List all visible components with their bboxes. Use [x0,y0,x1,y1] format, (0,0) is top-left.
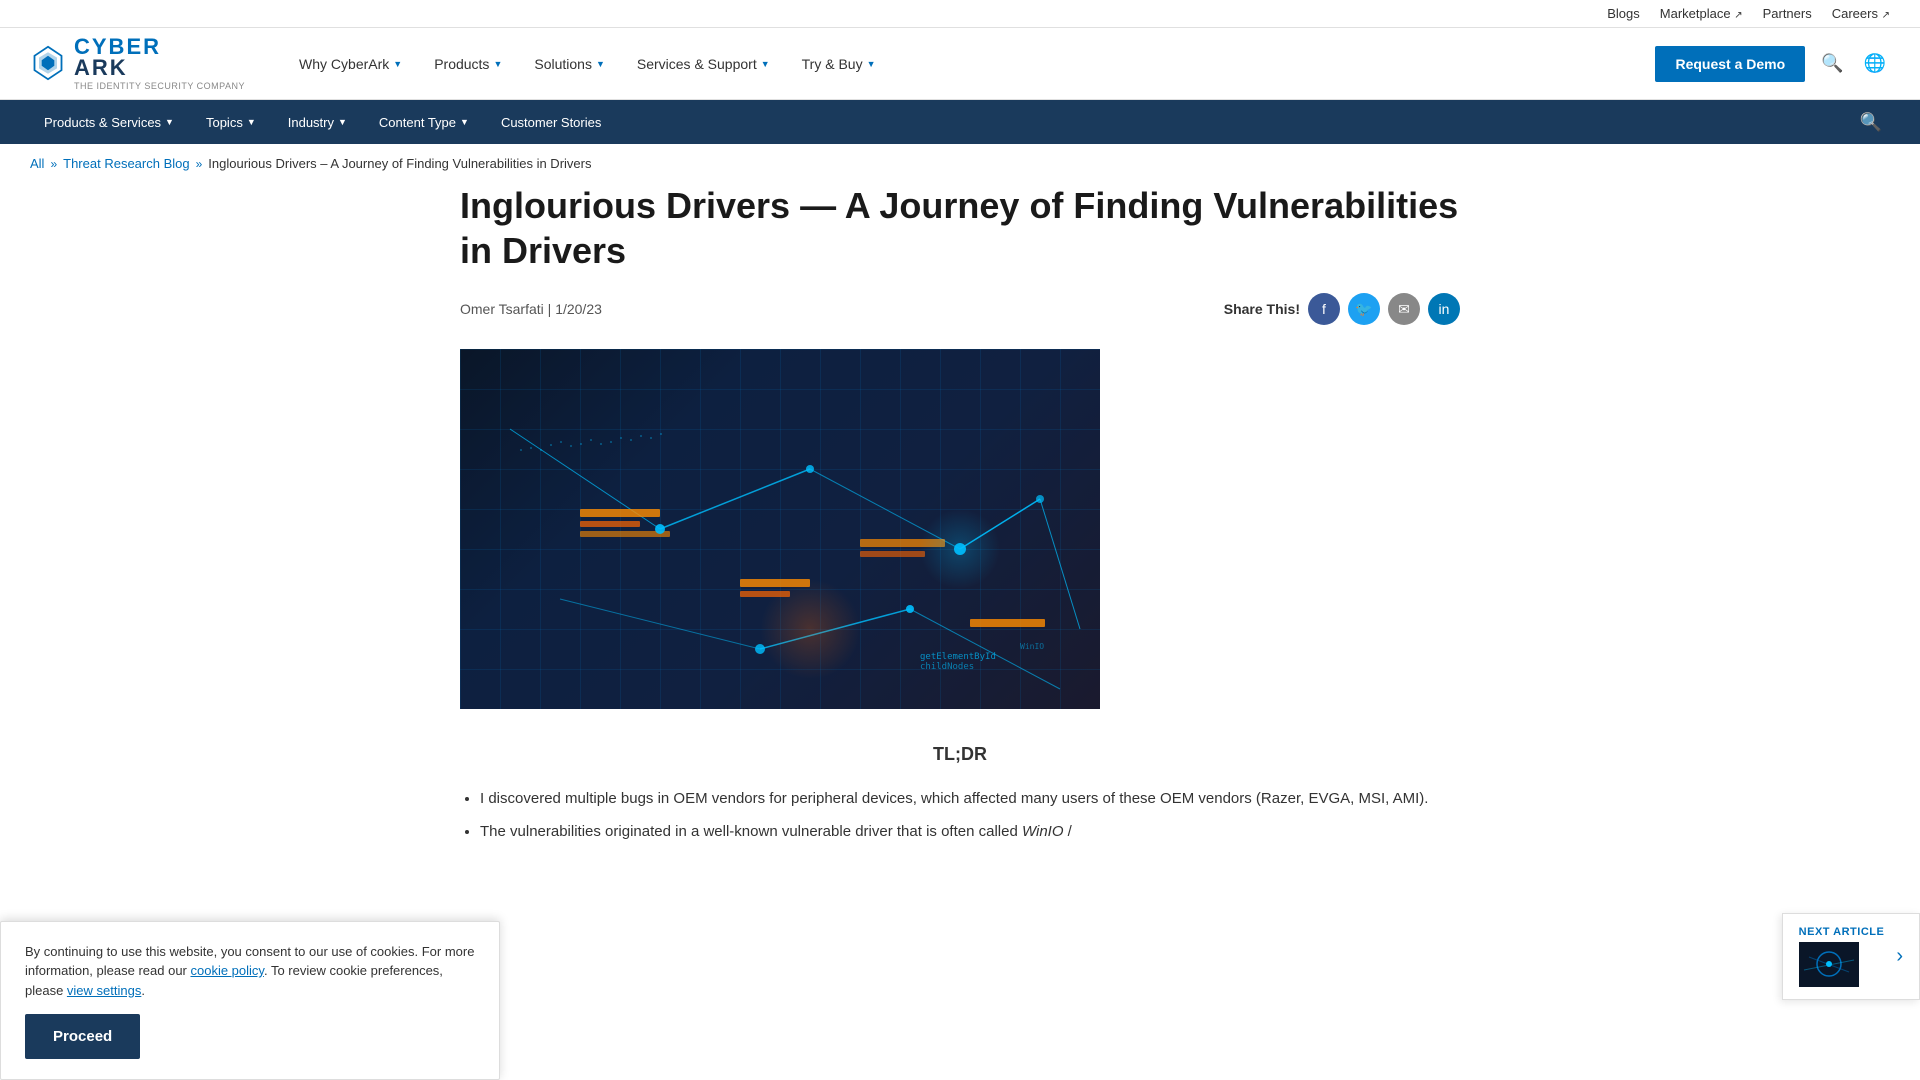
breadcrumb: All » Threat Research Blog » Inglourious… [0,144,1920,183]
logo-tagline: The Identity Security Company [74,82,245,92]
svg-text:childNodes: childNodes [920,662,974,672]
dropdown-caret: ▼ [867,59,876,69]
sec-nav-industry[interactable]: Industry ▼ [274,100,361,144]
list-item: I discovered multiple bugs in OEM vendor… [480,786,1460,812]
main-nav-items: Why CyberArk ▼ Products ▼ Solutions ▼ Se… [285,28,1655,100]
sec-nav-customer-stories[interactable]: Customer Stories [487,100,615,144]
dropdown-caret: ▼ [761,59,770,69]
cookie-policy-link[interactable]: cookie policy [190,963,263,978]
view-settings-link[interactable]: view settings [67,983,141,998]
language-button[interactable]: 🌐 [1860,49,1890,78]
article-hero-image: getElementById childNodes WinIO [460,349,1100,709]
sec-nav-topics[interactable]: Topics ▼ [192,100,270,144]
share-email-button[interactable]: ✉ [1388,293,1420,325]
linkedin-icon: in [1439,301,1450,317]
cyberark-logo-icon [30,45,66,81]
nav-try-buy[interactable]: Try & Buy ▼ [788,28,890,100]
proceed-button[interactable]: Proceed [25,1014,140,1059]
dropdown-caret: ▼ [338,117,347,127]
breadcrumb-section-link[interactable]: Threat Research Blog [63,156,189,171]
breadcrumb-separator-2: » [196,157,203,171]
list-item: The vulnerabilities originated in a well… [480,819,1460,845]
email-icon: ✉ [1398,301,1410,318]
nav-services-support[interactable]: Services & Support ▼ [623,28,784,100]
secondary-nav-items: Products & Services ▼ Topics ▼ Industry … [30,100,1852,144]
logo[interactable]: CYBER ARK The Identity Security Company [30,35,245,91]
article-content: TL;DR I discovered multiple bugs in OEM … [460,739,1460,845]
article-date: 1/20/23 [555,301,602,317]
nav-solutions[interactable]: Solutions ▼ [520,28,619,100]
next-article-widget[interactable]: NEXT ARTICLE › [1782,913,1920,1000]
sec-nav-content-type[interactable]: Content Type ▼ [365,100,483,144]
next-article-arrow-icon: › [1896,945,1903,968]
cyber-visualization: getElementById childNodes WinIO [460,349,1100,709]
external-icon-careers: ↗ [1882,10,1890,21]
breadcrumb-current: Inglourious Drivers – A Journey of Findi… [208,156,591,171]
external-icon: ↗ [1734,10,1742,21]
article-title: Inglourious Drivers — A Journey of Findi… [460,183,1460,273]
article-author-date: Omer Tsarfati | 1/20/23 [460,301,602,317]
secondary-search-button[interactable]: 🔍 [1852,108,1890,137]
main-navigation: CYBER ARK The Identity Security Company … [0,28,1920,100]
dropdown-caret: ▼ [460,117,469,127]
article-meta: Omer Tsarfati | 1/20/23 Share This! f 🐦 … [460,293,1460,325]
tldr-heading: TL;DR [460,739,1460,770]
search-icon: 🔍 [1821,53,1843,73]
twitter-icon: 🐦 [1355,301,1372,318]
cookie-banner: By continuing to use this website, you c… [0,921,500,1080]
share-twitter-button[interactable]: 🐦 [1348,293,1380,325]
nav-why-cyberark[interactable]: Why CyberArk ▼ [285,28,416,100]
dropdown-caret: ▼ [247,117,256,127]
search-icon-white: 🔍 [1860,112,1882,132]
request-demo-button[interactable]: Request a Demo [1655,46,1805,82]
search-button[interactable]: 🔍 [1817,49,1847,78]
share-facebook-button[interactable]: f [1308,293,1340,325]
nav-actions: Request a Demo 🔍 🌐 [1655,46,1890,82]
top-utility-bar: Blogs Marketplace ↗ Partners Careers ↗ [0,0,1920,28]
next-article-label: NEXT ARTICLE [1799,926,1885,938]
dropdown-caret: ▼ [165,117,174,127]
facebook-icon: f [1322,301,1326,317]
careers-link[interactable]: Careers ↗ [1832,6,1890,21]
sec-nav-products-services[interactable]: Products & Services ▼ [30,100,188,144]
blogs-link[interactable]: Blogs [1607,6,1640,21]
marketplace-link[interactable]: Marketplace ↗ [1660,6,1743,21]
next-article-info: NEXT ARTICLE [1799,926,1885,987]
article-container: Inglourious Drivers — A Journey of Findi… [430,183,1490,893]
dropdown-caret: ▼ [493,59,502,69]
share-area: Share This! f 🐦 ✉ in [1224,293,1460,325]
next-article-thumbnail [1799,942,1859,987]
article-author: Omer Tsarfati [460,301,544,317]
article-bullet-list: I discovered multiple bugs in OEM vendor… [460,786,1460,845]
secondary-navigation: Products & Services ▼ Topics ▼ Industry … [0,100,1920,144]
breadcrumb-separator: » [50,157,57,171]
svg-text:WinIO: WinIO [1020,642,1044,651]
globe-icon: 🌐 [1864,53,1886,73]
share-linkedin-button[interactable]: in [1428,293,1460,325]
cookie-text: By continuing to use this website, you c… [25,942,475,1001]
share-label: Share This! [1224,301,1300,317]
nav-products[interactable]: Products ▼ [420,28,516,100]
dropdown-caret: ▼ [393,59,402,69]
partners-link[interactable]: Partners [1763,6,1812,21]
dropdown-caret: ▼ [596,59,605,69]
breadcrumb-all-link[interactable]: All [30,156,44,171]
svg-text:getElementById: getElementById [920,652,996,662]
